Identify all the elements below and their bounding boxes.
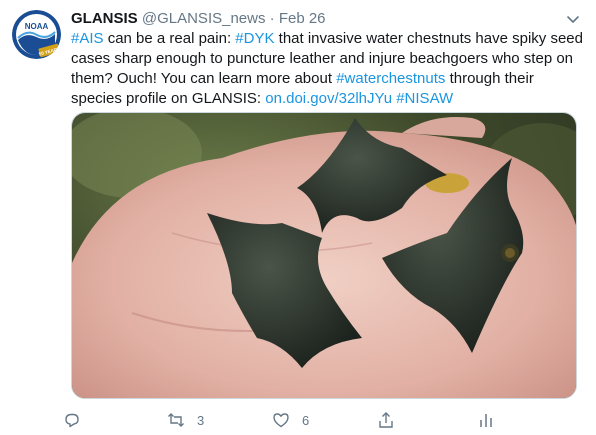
- reply-icon: [65, 413, 79, 428]
- retweet-count: 3: [197, 412, 205, 428]
- share-button[interactable]: [377, 410, 395, 430]
- chevron-down-icon[interactable]: [564, 10, 582, 28]
- tweet-header: GLANSIS @GLANSIS_news · Feb 26: [71, 9, 566, 29]
- hashtag-nisaw[interactable]: #NISAW: [396, 90, 453, 107]
- tweet-photo[interactable]: [71, 112, 577, 399]
- avatar[interactable]: NOAA 50 YEARS: [12, 10, 61, 59]
- separator-dot: ·: [269, 10, 275, 27]
- reply-button[interactable]: [63, 410, 93, 430]
- avatar-text: NOAA: [25, 22, 49, 31]
- text-part-1: can be a real pain:: [103, 30, 236, 47]
- analytics-button[interactable]: [477, 410, 495, 430]
- tweet-date[interactable]: Feb 26: [279, 10, 326, 27]
- noaa-logo: NOAA 50 YEARS: [12, 10, 61, 59]
- retweet-button[interactable]: 3: [167, 410, 204, 430]
- analytics-icon: [480, 414, 492, 427]
- hashtag-ais[interactable]: #AIS: [71, 30, 104, 47]
- author-name[interactable]: GLANSIS: [71, 10, 138, 27]
- like-button[interactable]: 6: [272, 410, 309, 430]
- water-chestnut-photo: [72, 113, 576, 398]
- tweet-actions: 3 6: [63, 410, 523, 432]
- heart-icon: [273, 413, 289, 428]
- hashtag-dyk[interactable]: #DYK: [235, 30, 274, 47]
- hashtag-waterchestnuts[interactable]: #waterchestnuts: [336, 70, 445, 87]
- tweet-text: #AIS can be a real pain: #DYK that invas…: [71, 29, 586, 109]
- like-count: 6: [302, 412, 310, 428]
- author-handle[interactable]: @GLANSIS_news: [142, 10, 266, 27]
- retweet-icon: [168, 413, 184, 427]
- profile-link[interactable]: on.doi.gov/32lhJYu: [265, 90, 392, 107]
- share-icon: [379, 412, 393, 428]
- tweet: NOAA 50 YEARS GLANSIS @GLANSIS_news · Fe…: [0, 0, 596, 435]
